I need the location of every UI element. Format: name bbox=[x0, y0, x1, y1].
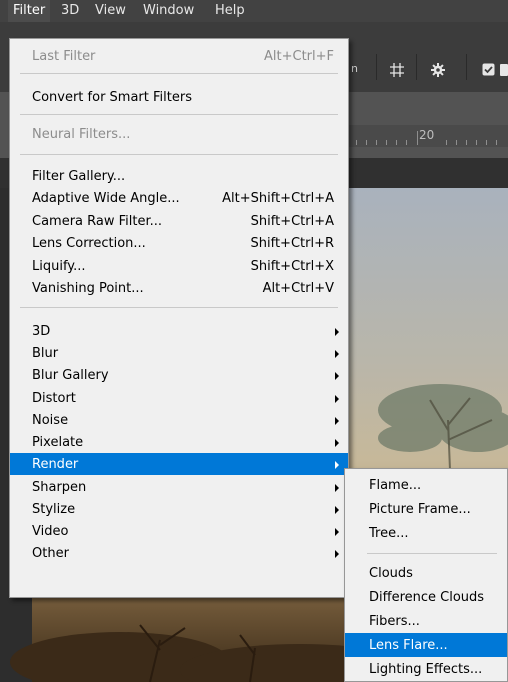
menu-item-render[interactable]: Render bbox=[10, 453, 348, 475]
menu-item-pixelate[interactable]: Pixelate bbox=[10, 431, 348, 453]
menu-item-neural-filters[interactable]: Neural Filters... bbox=[10, 123, 348, 145]
menu-item-shortcut: Alt+Shift+Ctrl+A bbox=[222, 191, 334, 206]
menu-item-label: Filter Gallery... bbox=[32, 169, 126, 184]
submenu-item-lighting-effects[interactable]: Lighting Effects... bbox=[345, 657, 507, 681]
menu-separator bbox=[20, 154, 338, 155]
submenu-arrow-icon bbox=[335, 328, 339, 336]
submenu-item-difference-clouds[interactable]: Difference Clouds bbox=[345, 585, 507, 609]
submenu-arrow-icon bbox=[335, 372, 339, 380]
menu-item-shortcut: Alt+Ctrl+F bbox=[264, 49, 334, 64]
submenu-item-picture-frame[interactable]: Picture Frame... bbox=[345, 497, 507, 521]
submenu-item-label: Tree... bbox=[369, 526, 409, 541]
menu-item-blur[interactable]: Blur bbox=[10, 342, 348, 364]
submenu-item-label: Clouds bbox=[369, 566, 413, 581]
menu-item-sharpen[interactable]: Sharpen bbox=[10, 476, 348, 498]
menu-item-adaptive-wide-angle[interactable]: Adaptive Wide Angle... Alt+Shift+Ctrl+A bbox=[10, 187, 348, 209]
menu-item-label: Blur bbox=[32, 346, 59, 361]
menu-item-label: Camera Raw Filter... bbox=[32, 214, 163, 229]
menu-item-label: Liquify... bbox=[32, 259, 86, 274]
filter-menu: Last Filter Alt+Ctrl+F Convert for Smart… bbox=[9, 38, 349, 598]
submenu-item-tree[interactable]: Tree... bbox=[345, 521, 507, 545]
menu-item-lens-correction[interactable]: Lens Correction... Shift+Ctrl+R bbox=[10, 232, 348, 254]
menu-item-vanishing-point[interactable]: Vanishing Point... Alt+Ctrl+V bbox=[10, 277, 348, 299]
menu-item-label: Sharpen bbox=[32, 480, 87, 495]
menu-item-shortcut: Shift+Ctrl+A bbox=[250, 214, 334, 229]
render-submenu: Flame... Picture Frame... Tree... Clouds… bbox=[344, 468, 508, 682]
submenu-item-flame[interactable]: Flame... bbox=[345, 473, 507, 497]
submenu-item-label: Picture Frame... bbox=[369, 502, 471, 517]
menu-item-camera-raw-filter[interactable]: Camera Raw Filter... Shift+Ctrl+A bbox=[10, 210, 348, 232]
menu-item-noise[interactable]: Noise bbox=[10, 409, 348, 431]
menu-item-stylize[interactable]: Stylize bbox=[10, 498, 348, 520]
menu-item-label: Adaptive Wide Angle... bbox=[32, 191, 180, 206]
submenu-item-lens-flare[interactable]: Lens Flare... bbox=[345, 633, 507, 657]
menu-item-label: Distort bbox=[32, 391, 76, 406]
submenu-item-fibers[interactable]: Fibers... bbox=[345, 609, 507, 633]
menu-item-last-filter[interactable]: Last Filter Alt+Ctrl+F bbox=[10, 45, 348, 67]
menu-item-blur-gallery[interactable]: Blur Gallery bbox=[10, 364, 348, 386]
menu-item-3d[interactable]: 3D bbox=[10, 320, 348, 342]
submenu-arrow-icon bbox=[335, 528, 339, 536]
menu-item-convert-for-smart-filters[interactable]: Convert for Smart Filters bbox=[10, 86, 348, 108]
menu-separator bbox=[20, 307, 338, 308]
submenu-item-clouds[interactable]: Clouds bbox=[345, 561, 507, 585]
submenu-arrow-icon bbox=[335, 461, 339, 469]
menu-item-label: Lens Correction... bbox=[32, 236, 146, 251]
menu-item-label: Video bbox=[32, 524, 69, 539]
submenu-arrow-icon bbox=[335, 350, 339, 358]
menu-item-shortcut: Alt+Ctrl+V bbox=[262, 281, 334, 296]
submenu-item-label: Lighting Effects... bbox=[369, 662, 483, 677]
submenu-item-label: Difference Clouds bbox=[369, 590, 485, 605]
submenu-arrow-icon bbox=[335, 484, 339, 492]
menu-item-label: Pixelate bbox=[32, 435, 84, 450]
menu-separator bbox=[20, 114, 338, 115]
menu-item-label: Noise bbox=[32, 413, 69, 428]
menu-item-video[interactable]: Video bbox=[10, 520, 348, 542]
menu-separator bbox=[367, 553, 497, 554]
menu-item-liquify[interactable]: Liquify... Shift+Ctrl+X bbox=[10, 255, 348, 277]
menu-item-label: Blur Gallery bbox=[32, 368, 109, 383]
menu-item-shortcut: Shift+Ctrl+R bbox=[250, 236, 335, 251]
menu-item-shortcut: Shift+Ctrl+X bbox=[250, 259, 334, 274]
menu-item-label: Stylize bbox=[32, 502, 76, 517]
menu-item-other[interactable]: Other bbox=[10, 542, 348, 564]
submenu-arrow-icon bbox=[335, 417, 339, 425]
menu-item-label: Other bbox=[32, 546, 69, 561]
menu-item-label: Vanishing Point... bbox=[32, 281, 144, 296]
menu-separator bbox=[20, 73, 338, 74]
submenu-item-label: Flame... bbox=[369, 478, 422, 493]
menu-item-label: Render bbox=[32, 457, 79, 472]
submenu-item-label: Fibers... bbox=[369, 614, 420, 629]
menu-item-filter-gallery[interactable]: Filter Gallery... bbox=[10, 165, 348, 187]
submenu-arrow-icon bbox=[335, 439, 339, 447]
menu-item-label: Neural Filters... bbox=[32, 127, 131, 142]
submenu-arrow-icon bbox=[335, 395, 339, 403]
menu-item-label: Convert for Smart Filters bbox=[32, 90, 192, 105]
menu-item-label: 3D bbox=[32, 324, 51, 339]
submenu-item-label: Lens Flare... bbox=[369, 638, 448, 653]
submenu-arrow-icon bbox=[335, 506, 339, 514]
menu-item-distort[interactable]: Distort bbox=[10, 387, 348, 409]
submenu-arrow-icon bbox=[335, 550, 339, 558]
menu-item-label: Last Filter bbox=[32, 49, 96, 64]
